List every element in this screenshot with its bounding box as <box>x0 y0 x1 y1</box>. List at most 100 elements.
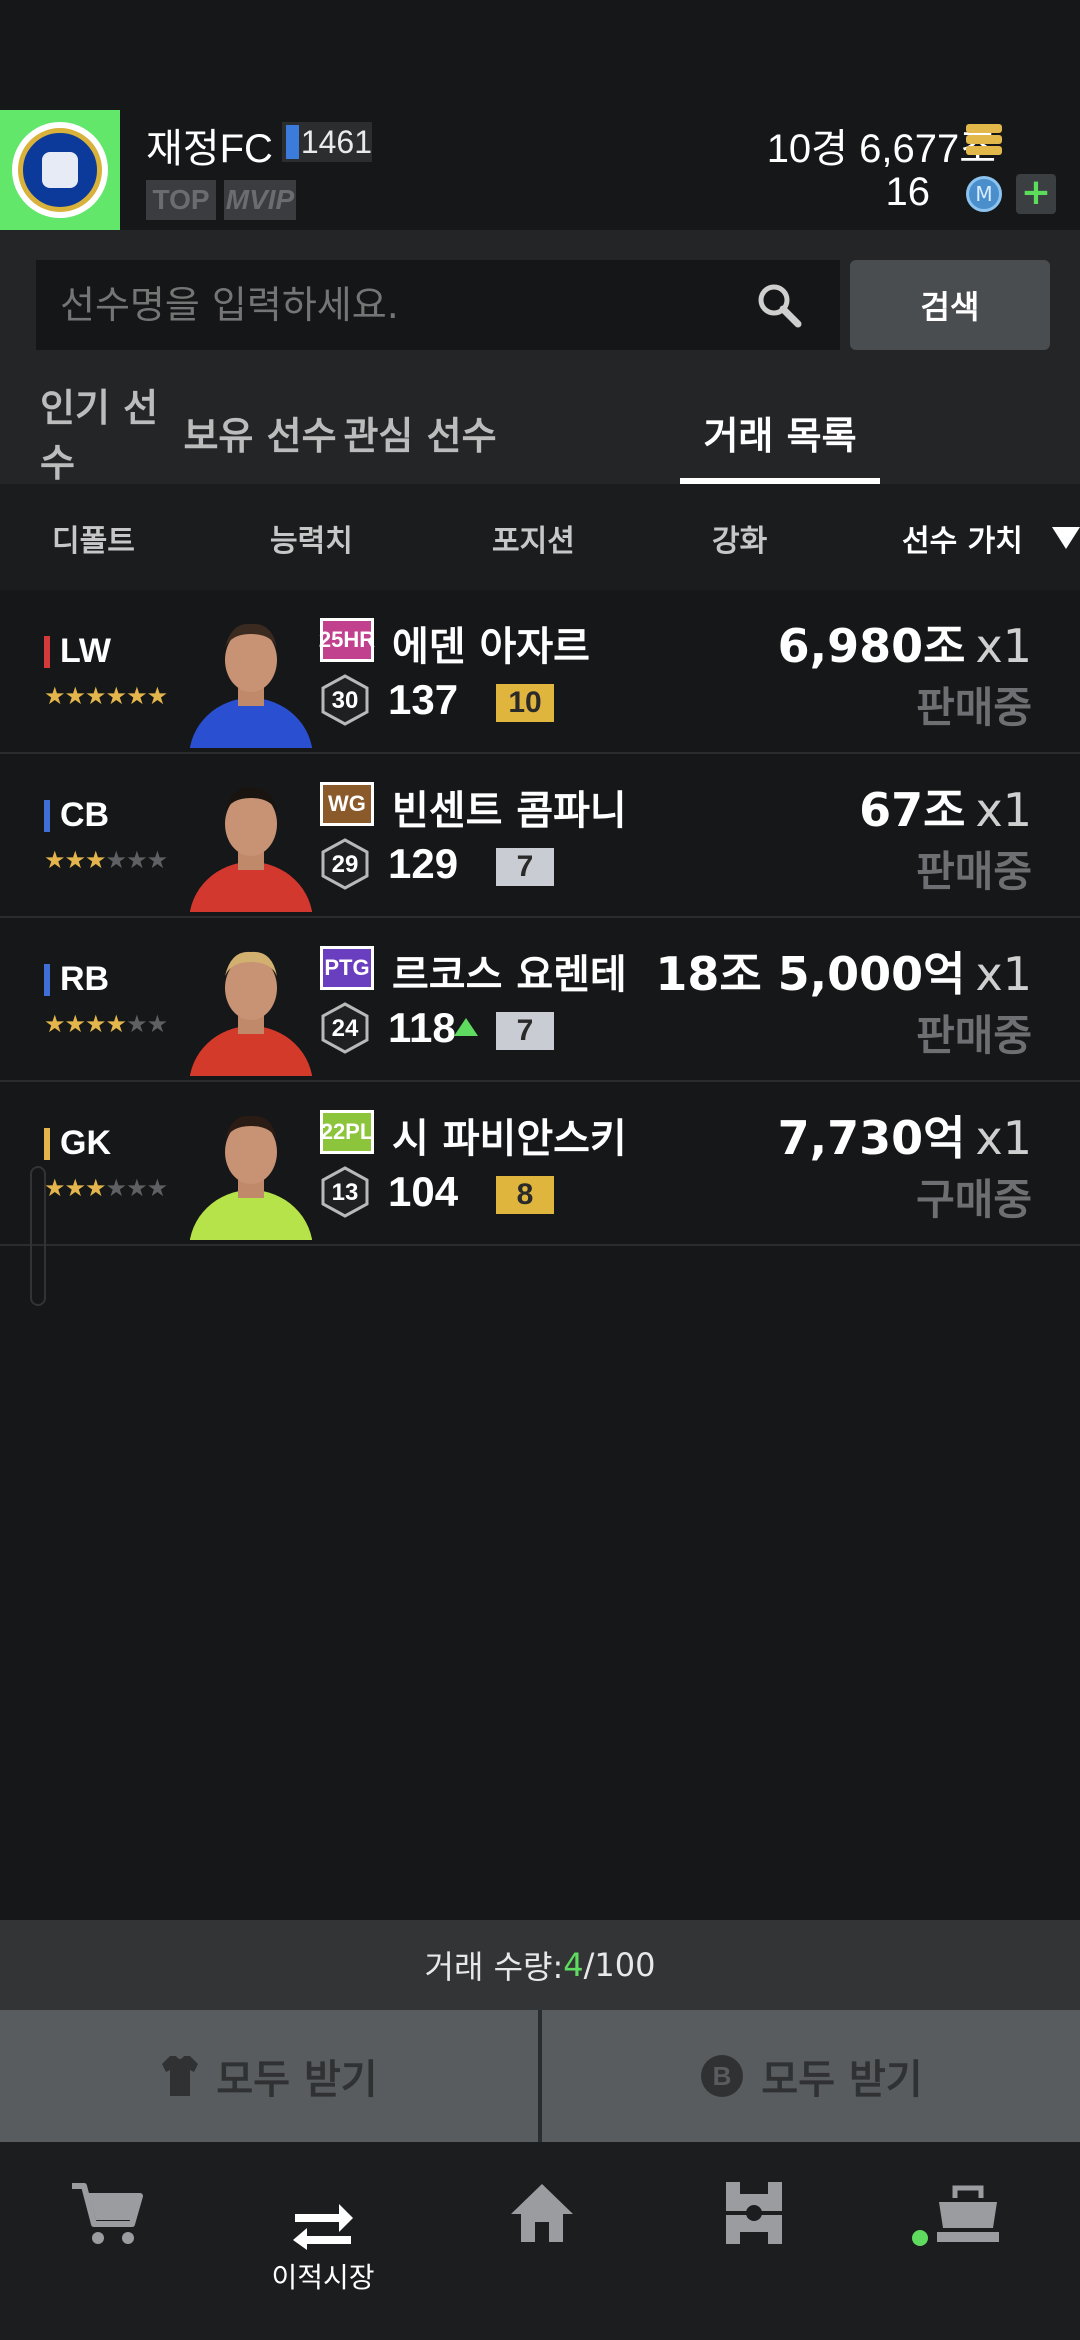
trade-list-row[interactable]: RB ★★★★★★ PTG 르코스 요렌테 24 118 7 18조 5,000… <box>0 918 1080 1082</box>
player-level-hex: 30 <box>321 674 369 726</box>
season-badge: 25HR <box>319 618 375 662</box>
player-star-rating: ★★★★★★ <box>44 682 168 710</box>
player-level-hex: 29 <box>321 838 369 890</box>
player-price: 18조 5,000억 x1 <box>655 947 1033 1001</box>
player-position: RB <box>60 960 110 998</box>
search-icon[interactable] <box>756 282 802 328</box>
trade-list-row[interactable]: LW ★★★★★★ 25HR 에덴 아자르 30 137 10 6,980조 x1… <box>0 590 1080 754</box>
player-name: 시 파비안스키 <box>392 1116 627 1162</box>
player-price: 7,730억 x1 <box>777 1111 1033 1165</box>
chelsea-badge-icon <box>12 122 108 218</box>
tab-popular-players[interactable]: 인기 선수 <box>40 378 180 486</box>
club-level-badge: 1461 <box>282 122 372 162</box>
sort-ability[interactable]: 능력치 <box>270 486 353 590</box>
transfer-arrows-icon <box>293 2204 353 2250</box>
trade-status: 판매중 <box>916 683 1032 732</box>
player-level: 30 <box>332 687 359 714</box>
scroll-indicator <box>30 1166 46 1306</box>
trade-list-row[interactable]: GK ★★★★★★ 22PL 시 파비안스키 13 104 8 7,730억 x1… <box>0 1082 1080 1246</box>
nav-transfer-label: 이적시장 <box>271 2261 375 2294</box>
player-price: 67조 x1 <box>859 783 1033 837</box>
player-photo <box>186 936 316 1076</box>
player-level: 29 <box>332 851 359 878</box>
sort-position[interactable]: 포지션 <box>492 486 575 590</box>
enhance-grade-badge: 8 <box>496 1176 554 1214</box>
enhance-grade-badge: 10 <box>496 684 554 722</box>
player-name: 빈센트 콤파니 <box>392 788 627 834</box>
club-level: 1461 <box>300 123 372 160</box>
sort-default[interactable]: 디폴트 <box>52 486 135 590</box>
tab-owned-players[interactable]: 보유 선수 <box>180 378 340 486</box>
nav-trade-bag[interactable] <box>908 2180 1028 2300</box>
receive-all-coins-button[interactable]: B 모두 받기 <box>542 2010 1080 2142</box>
quantity-multiplier: x1 <box>975 1111 1033 1165</box>
player-position: GK <box>60 1124 111 1162</box>
nav-squad[interactable] <box>694 2180 814 2300</box>
tab-trade-list[interactable]: 거래 목록 <box>680 378 880 486</box>
sort-player-value[interactable]: 선수 가치 <box>902 486 1023 590</box>
player-photo <box>186 608 316 748</box>
enhance-grade-badge: 7 <box>496 848 554 886</box>
player-name: 에덴 아자르 <box>392 624 590 670</box>
top-tag: TOP <box>146 180 216 220</box>
player-star-rating: ★★★★★★ <box>44 1010 168 1038</box>
stat-up-arrow-icon <box>454 1018 478 1036</box>
position-color-bar <box>44 964 50 996</box>
mcoin-icon: M <box>966 176 1002 212</box>
nav-home[interactable] <box>482 2180 602 2300</box>
b-coin-icon: B <box>701 2055 744 2097</box>
briefcase-icon <box>937 2185 999 2242</box>
player-overall: 118 <box>388 1004 456 1051</box>
search-button[interactable]: 검색 <box>850 260 1050 350</box>
quantity-multiplier: x1 <box>975 619 1033 673</box>
player-position: LW <box>60 632 111 670</box>
player-overall: 137 <box>388 676 459 723</box>
trade-quantity-bar: 거래 수량: 4 /100 <box>0 1920 1080 2010</box>
sort-descending-icon[interactable] <box>1052 527 1080 549</box>
nav-transfer-market[interactable]: 이적시장 <box>263 2200 383 2320</box>
mcoin-amount: 16 <box>885 170 931 214</box>
tab-watchlist-players[interactable]: 관심 선수 <box>340 378 500 486</box>
quantity-multiplier: x1 <box>975 947 1033 1001</box>
svg-text:B: B <box>713 2061 732 2091</box>
player-star-rating: ★★★★★★ <box>44 1174 168 1202</box>
trade-quantity-count: 4 <box>563 1946 584 1984</box>
season-badge: PTG <box>320 946 374 990</box>
enhance-grade-badge: 7 <box>496 1012 554 1050</box>
season-badge: 22PL <box>320 1110 374 1154</box>
quantity-multiplier: x1 <box>975 783 1033 837</box>
field-formation-icon <box>726 2182 782 2244</box>
player-level: 13 <box>332 1179 359 1206</box>
player-name: 르코스 요렌테 <box>392 952 627 998</box>
player-star-rating: ★★★★★★ <box>44 846 168 874</box>
nav-shop[interactable] <box>48 2180 168 2300</box>
trade-status: 판매중 <box>916 847 1032 896</box>
home-icon <box>511 2184 573 2242</box>
vip-tag: M VIP <box>224 180 296 220</box>
position-color-bar <box>44 800 50 832</box>
trade-list-row[interactable]: CB ★★★★★★ WG 빈센트 콤파니 29 129 7 67조 x1 판매중 <box>0 754 1080 918</box>
active-tab-indicator <box>680 478 880 484</box>
player-photo <box>186 772 316 912</box>
receive-all-players-button[interactable]: 모두 받기 <box>0 2010 538 2142</box>
player-level: 24 <box>332 1015 359 1042</box>
search-input[interactable] <box>36 260 840 350</box>
cart-icon <box>72 2183 143 2244</box>
player-photo <box>186 1100 316 1240</box>
position-color-bar <box>44 1128 50 1160</box>
trade-status: 구매중 <box>916 1175 1032 1224</box>
club-name: 재정FC <box>146 127 273 171</box>
season-badge: WG <box>320 782 374 826</box>
trade-status: 판매중 <box>916 1011 1032 1060</box>
player-level-hex: 13 <box>321 1166 369 1218</box>
trade-quantity-total: /100 <box>583 1946 656 1984</box>
player-level-hex: 24 <box>321 1002 369 1054</box>
position-color-bar <box>44 636 50 668</box>
club-emblem[interactable] <box>0 110 120 230</box>
add-currency-button[interactable]: + <box>1016 174 1056 214</box>
gold-bar-icon <box>966 124 1002 155</box>
trade-quantity-label: 거래 수량: <box>424 1948 564 1986</box>
player-position: CB <box>60 796 110 834</box>
sort-enhance[interactable]: 강화 <box>712 486 767 590</box>
player-overall: 104 <box>388 1168 459 1215</box>
